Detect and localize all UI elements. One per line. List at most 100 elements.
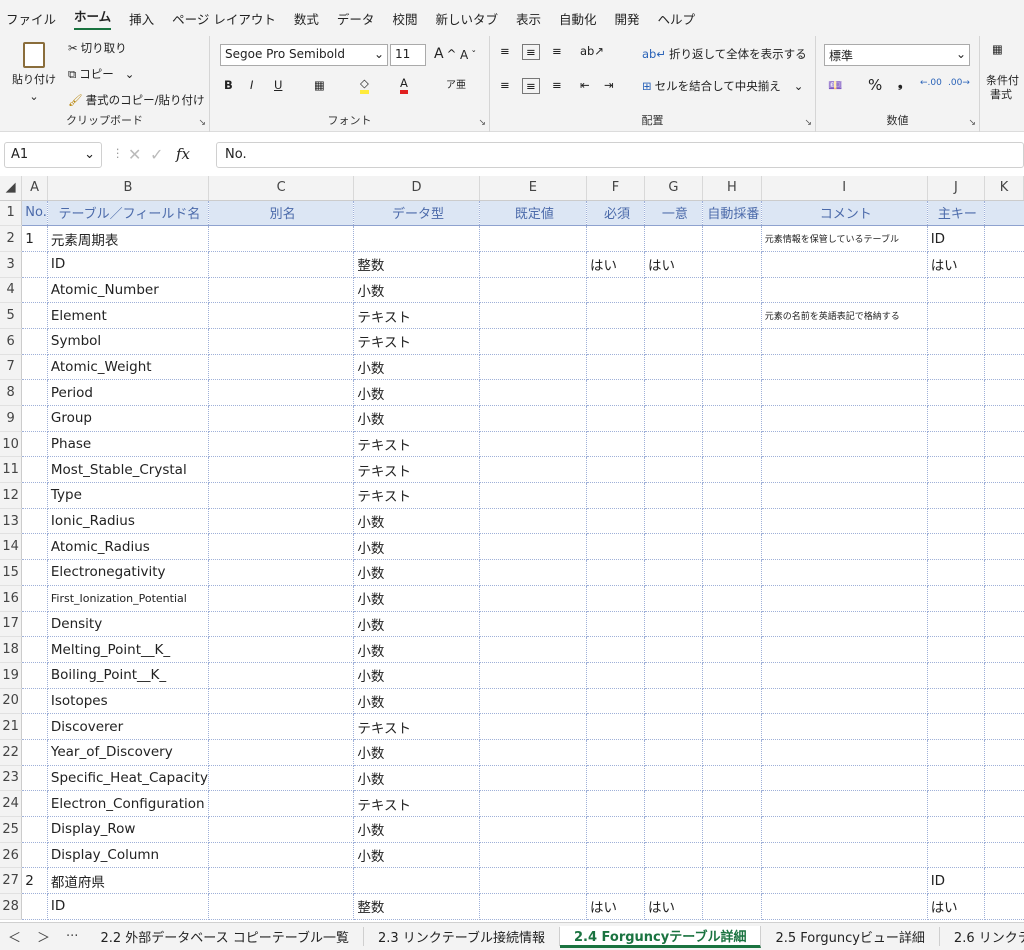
cell[interactable]: 必須 (586, 200, 645, 227)
align-bottom-button[interactable]: ≡ (552, 44, 562, 58)
menu-item-9[interactable]: 自動化 (559, 9, 597, 28)
cell[interactable] (208, 328, 355, 355)
cell[interactable] (208, 225, 355, 252)
row-header[interactable]: 15 (0, 559, 23, 586)
cell[interactable] (208, 713, 355, 740)
cell[interactable] (761, 456, 928, 484)
cell[interactable] (208, 790, 355, 817)
cell[interactable]: 整数 (353, 251, 480, 278)
cell[interactable] (761, 739, 928, 766)
cell[interactable] (479, 328, 588, 355)
cell[interactable] (761, 585, 928, 612)
percent-button[interactable]: % (868, 76, 882, 94)
font-name-select[interactable]: Segoe Pro Semibold ⌄ (220, 44, 388, 66)
cell[interactable] (927, 790, 986, 817)
menu-item-0[interactable]: ファイル (6, 9, 56, 28)
cell[interactable] (984, 251, 1024, 278)
row-header[interactable]: 19 (0, 662, 23, 689)
cell[interactable] (702, 585, 762, 612)
formula-input[interactable]: No. (216, 142, 1024, 168)
cell[interactable] (208, 662, 355, 689)
cell[interactable] (702, 842, 762, 869)
cell[interactable] (984, 508, 1024, 535)
cell[interactable] (644, 354, 703, 381)
launcher-icon[interactable]: ↘ (804, 118, 812, 128)
row-header[interactable]: 21 (0, 713, 23, 740)
cell[interactable] (21, 739, 48, 766)
cell[interactable] (927, 816, 986, 843)
menu-item-8[interactable]: 表示 (516, 9, 541, 28)
increase-indent-button[interactable]: ⇥ (604, 78, 614, 92)
cell[interactable] (208, 688, 355, 715)
cell[interactable]: ID (47, 893, 209, 920)
cell[interactable] (21, 302, 48, 329)
cell[interactable] (644, 611, 703, 638)
cell[interactable] (927, 662, 986, 689)
cell[interactable] (21, 713, 48, 740)
cell[interactable]: Phase (47, 431, 209, 458)
cell[interactable] (702, 508, 762, 535)
cell[interactable]: 都道府県 (47, 867, 209, 895)
cell[interactable]: Electronegativity (47, 559, 209, 586)
cell[interactable] (702, 636, 762, 663)
cell[interactable] (927, 636, 986, 663)
cell[interactable] (644, 585, 703, 612)
menu-item-10[interactable]: 開発 (615, 9, 640, 28)
cell[interactable] (644, 867, 703, 895)
cell[interactable]: Isotopes (47, 688, 209, 715)
cell[interactable]: 小数 (353, 508, 480, 535)
cell[interactable] (644, 765, 703, 792)
cell[interactable] (479, 790, 588, 817)
row-header[interactable]: 24 (0, 790, 23, 817)
row-header[interactable]: 5 (0, 302, 23, 329)
sheet-tab[interactable]: 2.2 外部データベース コピーテーブル一覧 (86, 927, 364, 946)
cell[interactable] (984, 559, 1024, 586)
cell[interactable] (586, 405, 645, 432)
cell[interactable] (927, 508, 986, 535)
cell[interactable] (702, 893, 762, 920)
row-header[interactable]: 23 (0, 765, 23, 792)
cell[interactable]: 小数 (353, 379, 480, 406)
cell[interactable] (21, 559, 48, 586)
decrease-decimal-button[interactable]: .00→ (948, 78, 970, 88)
cell[interactable] (208, 842, 355, 869)
cell[interactable] (927, 611, 986, 638)
cell[interactable] (208, 867, 355, 895)
cell[interactable]: 自動採番 (702, 200, 762, 227)
increase-decimal-button[interactable]: ←.00 (920, 78, 942, 88)
cell[interactable] (984, 611, 1024, 638)
cell[interactable] (21, 328, 48, 355)
cell[interactable] (702, 559, 762, 586)
next-sheet-icon[interactable]: ＞ (29, 927, 58, 946)
cell[interactable] (761, 842, 928, 869)
cell[interactable] (208, 302, 355, 329)
cell[interactable] (927, 328, 986, 355)
cell[interactable] (927, 533, 986, 561)
cell[interactable] (761, 662, 928, 689)
cell[interactable] (702, 431, 762, 458)
cell[interactable] (927, 482, 986, 509)
cell[interactable] (644, 790, 703, 817)
cell[interactable] (21, 533, 48, 561)
cell[interactable]: Density (47, 611, 209, 638)
cell[interactable] (644, 482, 703, 509)
cell[interactable] (984, 816, 1024, 843)
row-header[interactable]: 14 (0, 533, 23, 561)
row-header[interactable]: 18 (0, 636, 23, 663)
cell[interactable]: ID (927, 867, 986, 895)
cell[interactable] (702, 354, 762, 381)
cell[interactable]: Ionic_Radius (47, 508, 209, 535)
paste-button[interactable]: 貼り付け ⌄ (12, 42, 56, 103)
cell[interactable]: 小数 (353, 354, 480, 381)
sheet-tab[interactable]: 2.3 リンクテーブル接続情報 (364, 927, 560, 946)
cell[interactable]: Atomic_Radius (47, 533, 209, 561)
cell[interactable]: 別名 (208, 200, 355, 227)
cell[interactable]: Period (47, 379, 209, 406)
cell[interactable] (702, 533, 762, 561)
cell[interactable] (927, 713, 986, 740)
cell[interactable] (761, 765, 928, 792)
cell[interactable] (644, 713, 703, 740)
cell[interactable] (21, 790, 48, 817)
cell[interactable] (644, 302, 703, 329)
cell[interactable] (479, 765, 588, 792)
